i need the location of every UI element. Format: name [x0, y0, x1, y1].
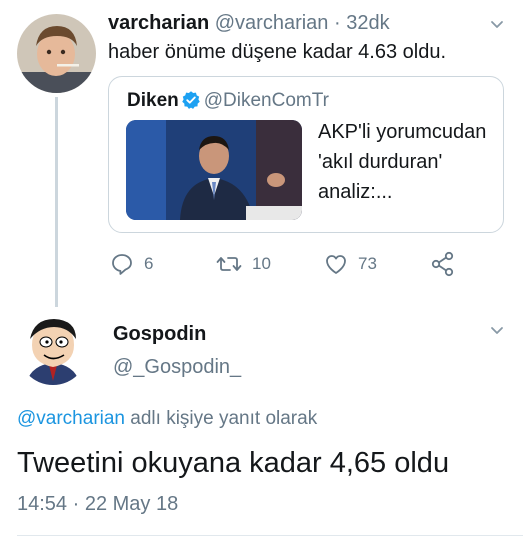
retweet-count: 10 — [252, 254, 271, 273]
retweet-button[interactable]: 10 — [216, 251, 271, 277]
author-name[interactable]: varcharian — [108, 12, 209, 34]
tweet-header: varcharian @varcharian · 32dk — [108, 10, 390, 36]
quoted-tweet-image[interactable] — [126, 120, 302, 220]
tweet-time[interactable]: 32dk — [346, 12, 389, 34]
reply-context: @varcharian adlı kişiye yanıt olarak — [17, 406, 317, 432]
quoted-tweet-header: Diken @DikenComTr — [127, 89, 329, 113]
like-count: 73 — [358, 254, 377, 273]
author-name[interactable]: Gospodin — [113, 321, 206, 347]
chevron-down-icon[interactable] — [490, 324, 504, 338]
reply-to-user-link[interactable]: @varcharian — [17, 408, 125, 429]
reply-count: 6 — [144, 254, 154, 273]
author-handle[interactable]: @varcharian — [215, 12, 329, 34]
reply-icon — [112, 254, 132, 275]
tweet-text: Tweetini okuyana kadar 4,65 oldu — [17, 447, 450, 479]
divider — [17, 535, 523, 536]
share-button[interactable] — [430, 251, 466, 277]
tweet-text: haber önüme düşene kadar 4.63 oldu. — [108, 41, 447, 63]
verified-badge-icon — [182, 91, 200, 109]
separator-dot: · — [333, 12, 341, 34]
avatar-gospodin[interactable] — [18, 315, 88, 385]
like-button[interactable]: 73 — [324, 251, 377, 277]
quoted-author-handle: @DikenComTr — [203, 90, 329, 111]
chevron-down-icon[interactable] — [490, 18, 504, 32]
reply-to-suffix: adlı kişiye yanıt olarak — [130, 408, 318, 429]
reply-button[interactable]: 6 — [110, 251, 153, 277]
share-icon — [431, 251, 454, 277]
tweet-timestamp[interactable]: 14:54 · 22 May 18 — [17, 491, 178, 517]
like-icon — [326, 255, 346, 274]
thread-line — [55, 97, 58, 307]
avatar-varcharian[interactable] — [17, 14, 96, 93]
author-handle[interactable]: @_Gospodin_ — [113, 354, 241, 380]
quoted-tweet-text: AKP'li yorumcudan 'akıl durduran' analiz… — [318, 121, 487, 203]
quoted-tweet-card[interactable]: Diken @DikenComTr AKP'li yorumcudan 'akı… — [108, 76, 504, 233]
quoted-author-name: Diken — [127, 90, 179, 111]
retweet-icon — [216, 257, 242, 271]
